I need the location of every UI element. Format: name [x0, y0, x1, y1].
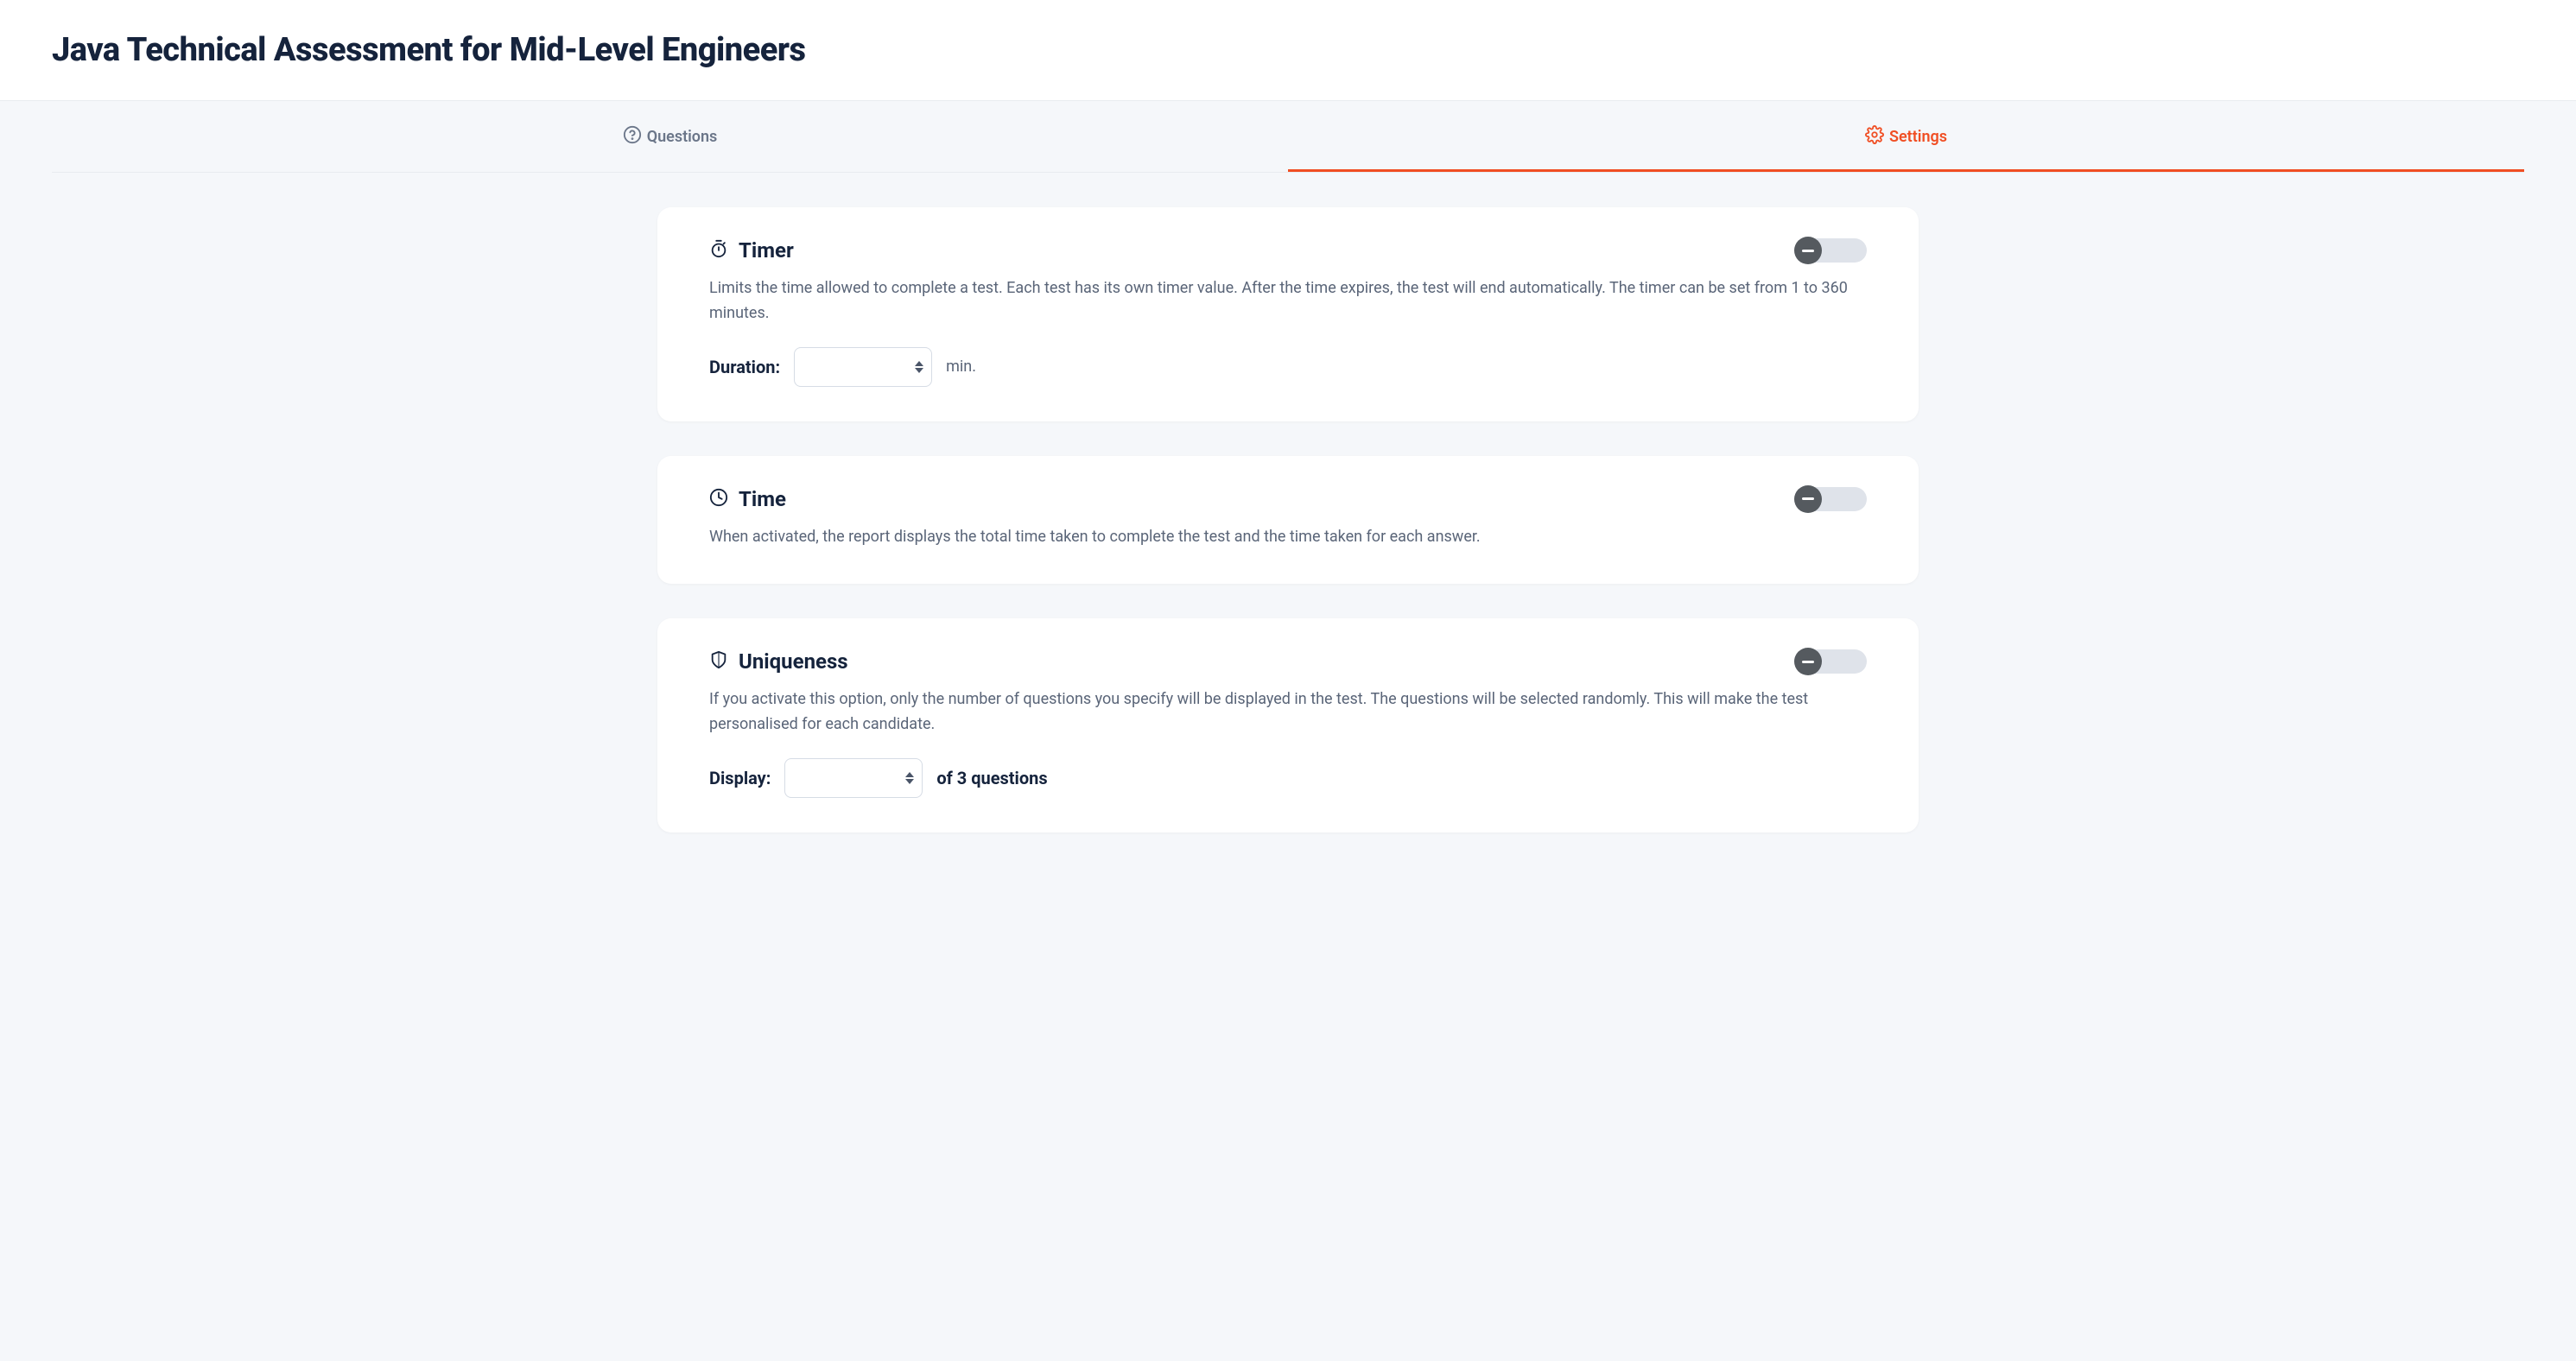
- display-label: Display:: [709, 768, 771, 788]
- uniqueness-desc: If you activate this option, only the nu…: [709, 687, 1867, 737]
- shield-icon: [709, 650, 728, 673]
- timer-card-header: Timer: [709, 238, 1867, 263]
- display-after-text: of 3 questions: [936, 768, 1047, 788]
- tab-settings-label: Settings: [1889, 128, 1947, 146]
- timer-card: Timer Limits the time allowed to complet…: [657, 207, 1919, 421]
- duration-label: Duration:: [709, 357, 780, 377]
- timer-title-wrap: Timer: [709, 238, 794, 263]
- clock-icon: [709, 488, 728, 510]
- display-input[interactable]: [784, 758, 923, 798]
- timer-toggle[interactable]: [1794, 238, 1867, 263]
- tabs: Questions Settings: [52, 101, 2524, 173]
- display-input-wrap: [784, 758, 923, 798]
- tab-questions[interactable]: Questions: [52, 101, 1288, 172]
- time-title-wrap: Time: [709, 487, 786, 511]
- time-card-header: Time: [709, 487, 1867, 511]
- settings-cards: Timer Limits the time allowed to complet…: [657, 207, 1919, 884]
- content: Questions Settings Timer L: [0, 101, 2576, 884]
- uniqueness-card: Uniqueness If you activate this option, …: [657, 618, 1919, 832]
- uniqueness-title: Uniqueness: [739, 649, 848, 674]
- time-card: Time When activated, the report displays…: [657, 456, 1919, 585]
- tab-settings[interactable]: Settings: [1288, 101, 2524, 172]
- timer-duration-row: Duration: min.: [709, 347, 1867, 387]
- uniqueness-card-header: Uniqueness: [709, 649, 1867, 674]
- time-toggle[interactable]: [1794, 487, 1867, 511]
- time-desc: When activated, the report displays the …: [709, 525, 1867, 550]
- time-title: Time: [739, 487, 786, 511]
- gear-icon: [1865, 125, 1884, 149]
- page-header: Java Technical Assessment for Mid-Level …: [0, 0, 2576, 101]
- uniqueness-title-wrap: Uniqueness: [709, 649, 848, 674]
- uniqueness-toggle[interactable]: [1794, 649, 1867, 674]
- page-title: Java Technical Assessment for Mid-Level …: [52, 31, 2524, 69]
- uniqueness-display-row: Display: of 3 questions: [709, 758, 1867, 798]
- timer-desc: Limits the time allowed to complete a te…: [709, 276, 1867, 326]
- duration-unit: min.: [946, 358, 976, 376]
- timer-title: Timer: [739, 238, 794, 263]
- tab-questions-label: Questions: [647, 128, 718, 146]
- duration-input[interactable]: [794, 347, 932, 387]
- help-circle-icon: [623, 125, 642, 149]
- toggle-knob: [1794, 648, 1822, 675]
- stopwatch-icon: [709, 239, 728, 262]
- toggle-knob: [1794, 237, 1822, 264]
- toggle-knob: [1794, 485, 1822, 513]
- duration-input-wrap: [794, 347, 932, 387]
